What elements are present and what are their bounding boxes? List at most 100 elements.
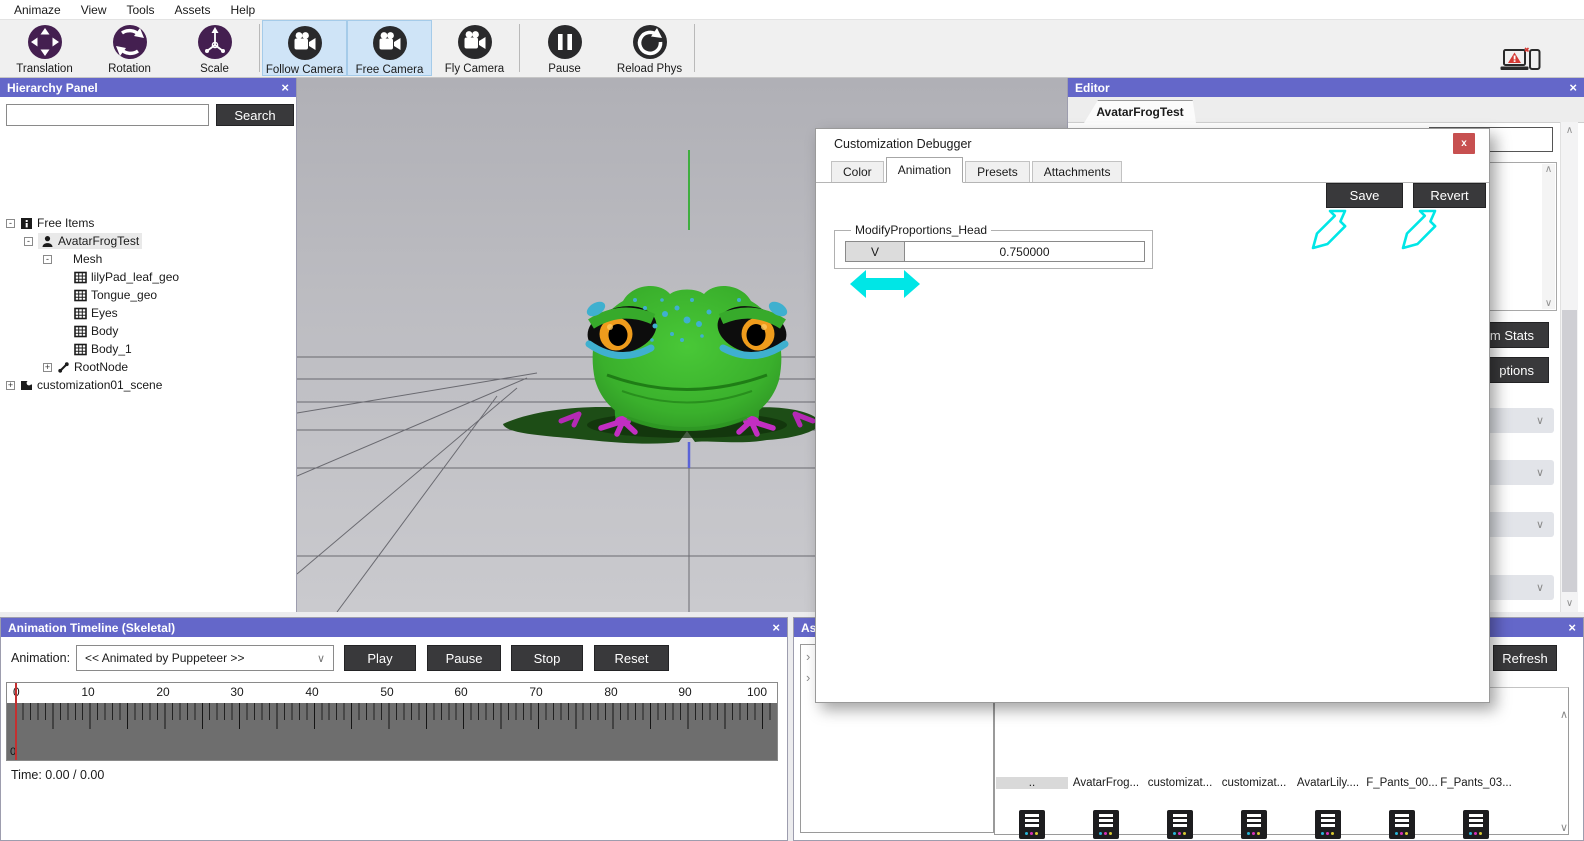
timeline-track[interactable]: 0 bbox=[7, 703, 777, 760]
tree-item-label: Body bbox=[91, 324, 119, 338]
time-readout: Time: 0.00 / 0.00 bbox=[11, 768, 105, 782]
tab-animation[interactable]: Animation bbox=[885, 157, 964, 183]
asset-item[interactable]: AvatarLily.... bbox=[1292, 777, 1364, 789]
pause-button-timeline[interactable]: Pause bbox=[427, 645, 501, 671]
tree-item-eyes[interactable]: Eyes bbox=[74, 304, 118, 322]
close-icon[interactable]: × bbox=[772, 621, 780, 634]
parameter-row: V 0.750000 bbox=[845, 241, 1145, 262]
revert-button[interactable]: Revert bbox=[1413, 183, 1486, 208]
tree-item-mesh[interactable]: - Mesh bbox=[43, 250, 102, 268]
chevron-up-icon[interactable]: ∧ bbox=[1542, 164, 1555, 175]
video-camera-icon bbox=[286, 24, 324, 62]
dialog-titlebar[interactable]: Customization Debugger bbox=[816, 129, 1489, 159]
assets-grid[interactable]: .. AvatarFrog... customizat... customiza… bbox=[994, 687, 1569, 839]
scale-icon bbox=[196, 23, 234, 61]
playhead[interactable] bbox=[15, 683, 17, 760]
chevron-down-icon[interactable]: ∨ bbox=[1560, 821, 1568, 834]
tree-item-label: Free Items bbox=[37, 216, 95, 230]
follow-camera-button[interactable]: Follow Camera bbox=[262, 20, 347, 76]
menu-tools[interactable]: Tools bbox=[116, 0, 164, 20]
timeline-ruler[interactable]: 0 10 20 30 40 50 60 70 80 90 100 0 bbox=[6, 682, 778, 761]
timeline-titlebar: Animation Timeline (Skeletal) × bbox=[1, 618, 787, 637]
customization-debugger-dialog: Customization Debugger x Color Animation… bbox=[815, 128, 1490, 703]
asset-item[interactable]: customizat... bbox=[1218, 777, 1290, 789]
refresh-button[interactable]: Refresh bbox=[1493, 645, 1557, 671]
menu-assets[interactable]: Assets bbox=[165, 0, 221, 20]
asset-item[interactable]: PropEvilM... bbox=[1292, 810, 1364, 841]
asset-file-icon bbox=[1315, 810, 1341, 839]
translation-button[interactable]: Translation bbox=[2, 20, 87, 76]
tab-avatarfrogtest[interactable]: AvatarFrogTest bbox=[1084, 100, 1196, 123]
tree-item-tongue-geo[interactable]: Tongue_geo bbox=[74, 286, 157, 304]
collapse-icon[interactable]: - bbox=[24, 236, 33, 246]
asset-item[interactable]: customizat... bbox=[1144, 777, 1216, 789]
asset-item[interactable]: crown_king... bbox=[1440, 810, 1512, 841]
scale-button[interactable]: Scale bbox=[172, 20, 257, 76]
reload-phys-label: Reload Phys bbox=[616, 63, 683, 75]
asset-item[interactable]: F_Pants_03... bbox=[1440, 777, 1512, 789]
parameter-key-button[interactable]: V bbox=[846, 242, 905, 261]
asset-item[interactable]: cc_female.... bbox=[1366, 810, 1438, 841]
chevron-down-icon[interactable]: ∨ bbox=[1542, 298, 1555, 309]
editor-scrollbar[interactable]: ∧ ∨ bbox=[1560, 122, 1578, 612]
tree-item-body[interactable]: Body bbox=[74, 322, 118, 340]
chevron-up-icon[interactable]: ∧ bbox=[1560, 708, 1568, 721]
save-button[interactable]: Save bbox=[1326, 183, 1403, 208]
pause-icon bbox=[546, 23, 584, 61]
asset-item[interactable]: F_Pants_00... bbox=[1366, 777, 1438, 789]
stop-button[interactable]: Stop bbox=[511, 645, 583, 671]
asset-file-icon bbox=[1167, 810, 1193, 839]
main-toolbar: Translation Rotation Scale Follow Camera… bbox=[0, 20, 1584, 90]
menu-help[interactable]: Help bbox=[221, 0, 266, 20]
chevron-up-icon[interactable]: ∧ bbox=[1561, 122, 1578, 136]
play-button[interactable]: Play bbox=[344, 645, 416, 671]
menu-view[interactable]: View bbox=[71, 0, 117, 20]
collapse-icon[interactable]: - bbox=[6, 218, 15, 228]
parameter-value-field[interactable]: 0.750000 bbox=[905, 242, 1144, 261]
tree-item-lilypad-leaf-geo[interactable]: lilyPad_leaf_geo bbox=[74, 268, 179, 286]
tree-item-customization01-scene[interactable]: + customization01_scene bbox=[6, 376, 162, 394]
animation-select[interactable]: << Animated by Puppeteer >> ∨ bbox=[76, 645, 334, 671]
scrollbar-thumb[interactable] bbox=[1562, 310, 1577, 592]
chevron-down-icon: ∨ bbox=[1535, 415, 1544, 427]
close-icon[interactable]: × bbox=[1569, 81, 1577, 94]
menu-animaze[interactable]: Animaze bbox=[4, 0, 71, 20]
tree-item-rootnode[interactable]: + RootNode bbox=[43, 358, 128, 376]
reload-phys-button[interactable]: Reload Phys bbox=[607, 20, 692, 76]
search-button[interactable]: Search bbox=[216, 104, 294, 126]
search-input[interactable] bbox=[6, 104, 209, 126]
chevron-down-icon[interactable]: ∨ bbox=[1561, 598, 1578, 609]
scale-label: Scale bbox=[200, 63, 229, 75]
fly-camera-button[interactable]: Fly Camera bbox=[432, 20, 517, 76]
tree-item-label: lilyPad_leaf_geo bbox=[91, 270, 180, 284]
free-camera-button[interactable]: Free Camera bbox=[347, 20, 432, 76]
translation-label: Translation bbox=[16, 63, 73, 75]
tree-item-label: Eyes bbox=[91, 306, 118, 320]
tab-color[interactable]: Color bbox=[831, 161, 884, 182]
asset-item-up[interactable]: .. bbox=[996, 777, 1068, 789]
inner-scrollbar[interactable]: ∧ ∨ bbox=[1542, 164, 1555, 309]
pause-button[interactable]: Pause bbox=[522, 20, 607, 76]
tab-attachments[interactable]: Attachments bbox=[1031, 161, 1123, 182]
animation-label: Animation: bbox=[11, 651, 71, 665]
asset-item[interactable]: F_Shirt_00.... bbox=[996, 810, 1068, 841]
tab-presets[interactable]: Presets bbox=[965, 161, 1030, 182]
asset-item[interactable]: F_Shirt_02.... bbox=[1070, 810, 1142, 841]
collapse-icon[interactable]: - bbox=[43, 254, 52, 264]
tree-item-avatarfrogtest[interactable]: - AvatarFrogTest bbox=[24, 232, 143, 250]
asset-item[interactable]: AvatarFrog... bbox=[1070, 777, 1142, 789]
expand-icon[interactable]: + bbox=[6, 380, 15, 390]
editor-tabstrip: AvatarFrogTest bbox=[1068, 97, 1584, 123]
tree-item-free-items[interactable]: - Free Items bbox=[6, 214, 94, 232]
tree-item-body-1[interactable]: Body_1 bbox=[74, 340, 132, 358]
reset-button[interactable]: Reset bbox=[594, 645, 669, 671]
tree-item-label: AvatarFrogTest bbox=[58, 234, 140, 248]
close-icon[interactable]: × bbox=[281, 81, 289, 94]
close-icon[interactable]: × bbox=[1568, 621, 1576, 634]
asset-item[interactable]: PropCircul... bbox=[1218, 810, 1290, 841]
asset-item[interactable]: F_Skirt_01.... bbox=[1144, 810, 1216, 841]
rotation-button[interactable]: Rotation bbox=[87, 20, 172, 76]
expand-icon[interactable]: + bbox=[43, 362, 52, 372]
dialog-tabstrip: Color Animation Presets Attachments bbox=[816, 157, 1489, 183]
dialog-close-button[interactable]: x bbox=[1453, 133, 1475, 154]
